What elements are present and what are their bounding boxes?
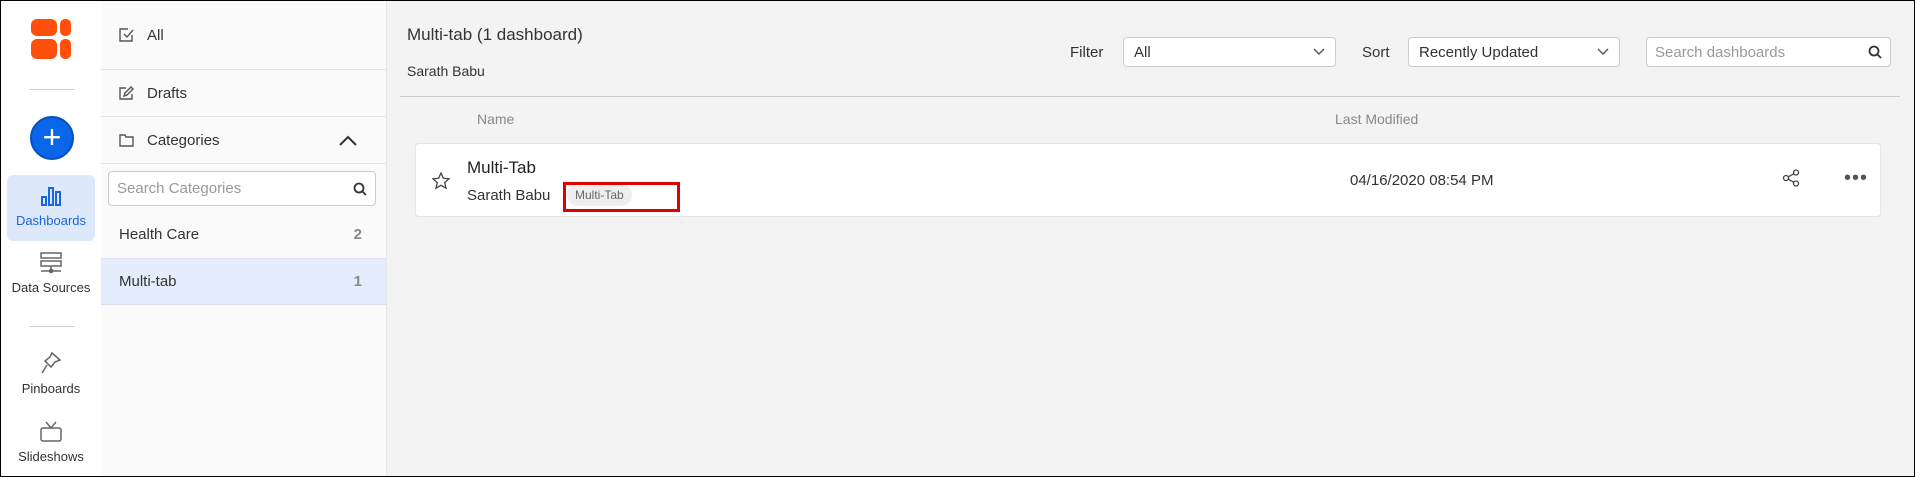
window-border	[0, 0, 1915, 477]
